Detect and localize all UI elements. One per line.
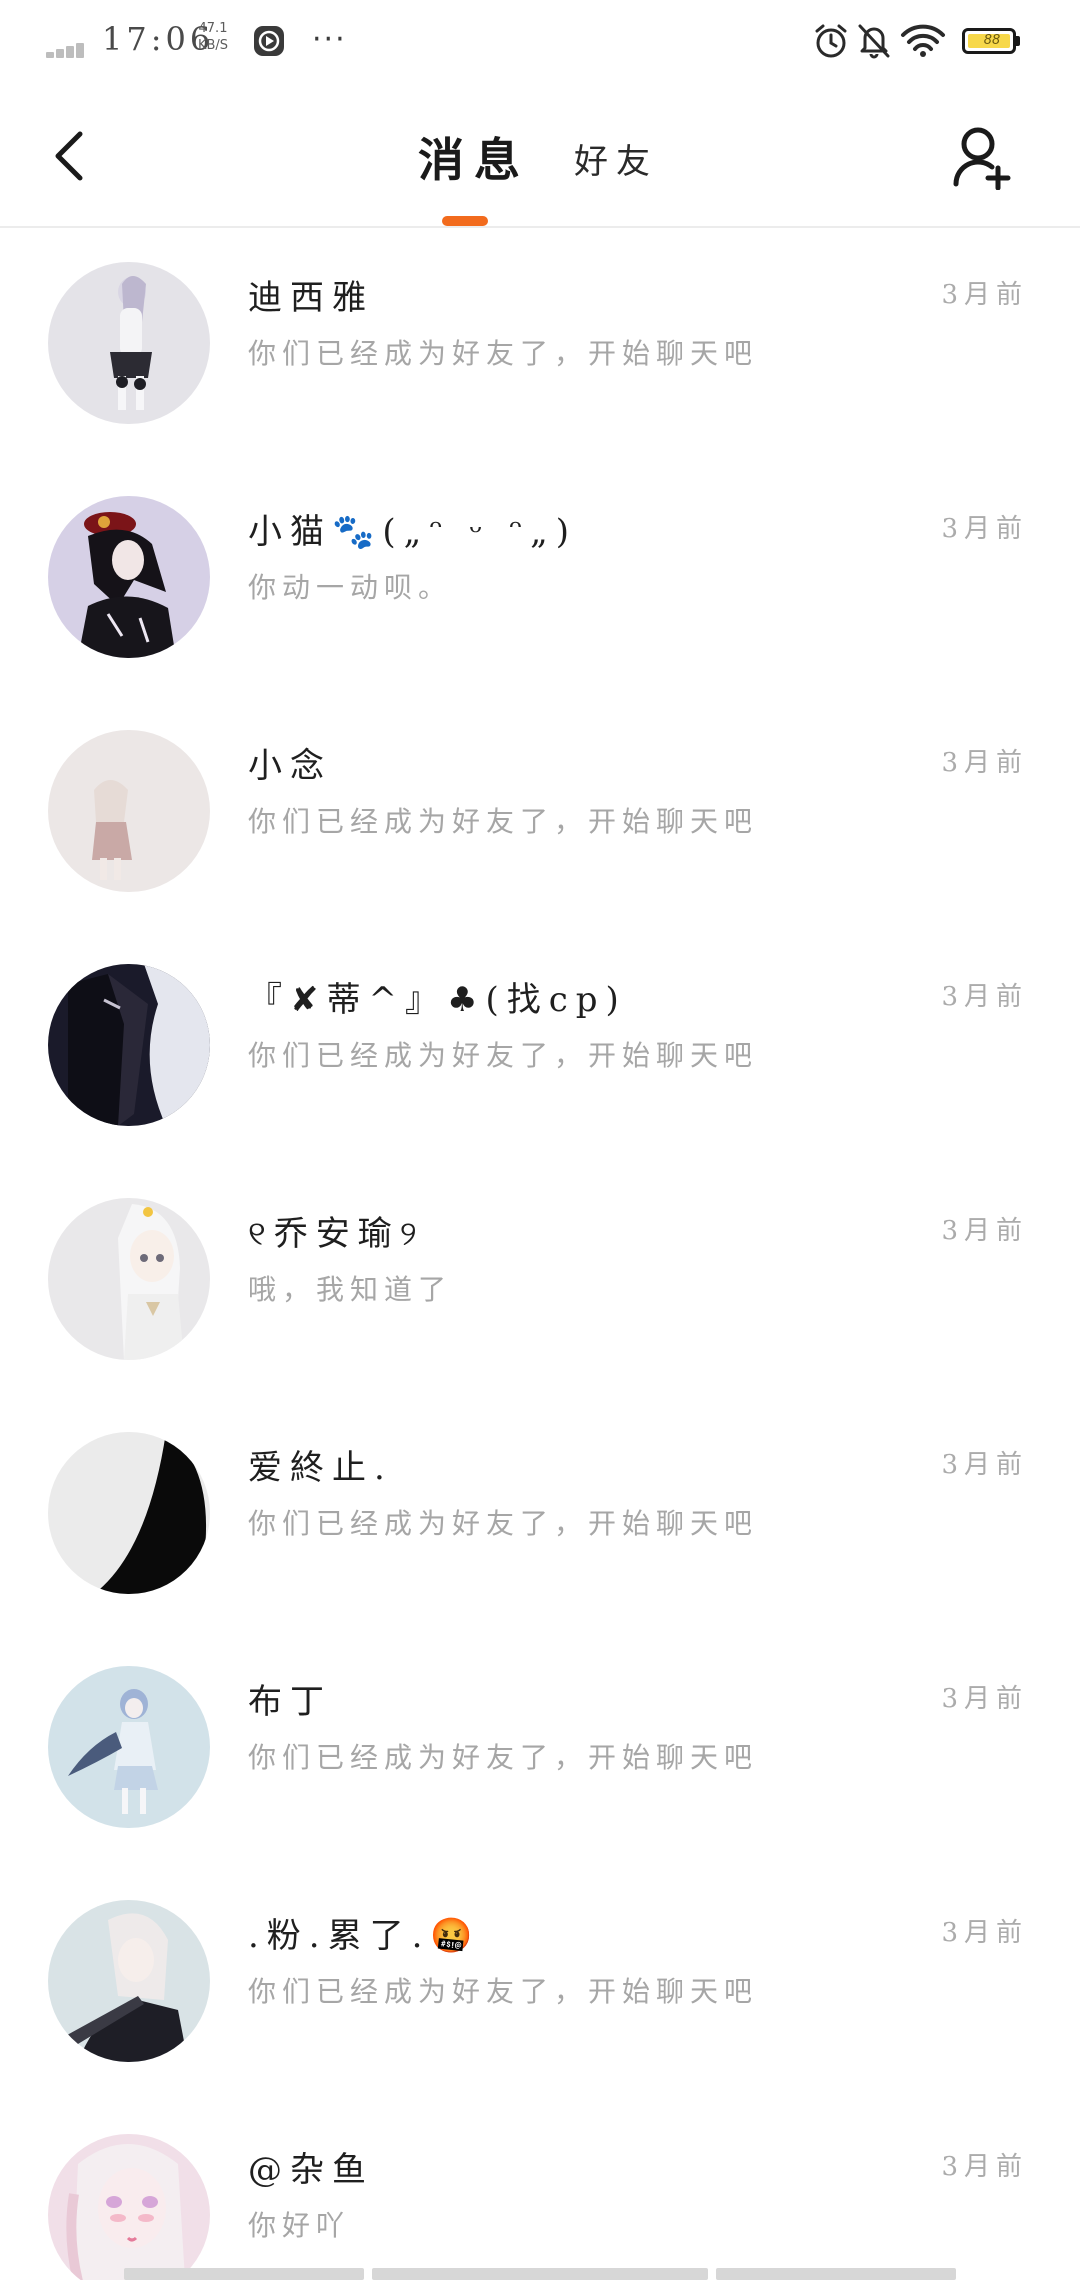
avatar[interactable] bbox=[48, 1198, 210, 1360]
conversation-list: 迪西雅 你们已经成为好友了，开始聊天吧 3月前 小猫🐾(„ᵔ ᵕ ᵔ„) 你动一… bbox=[0, 228, 1080, 2280]
conversation-item[interactable]: 迪西雅 你们已经成为好友了，开始聊天吧 3月前 bbox=[0, 228, 1080, 462]
avatar[interactable] bbox=[48, 262, 210, 424]
conversation-item[interactable]: ୧乔安瑜୨ 哦，我知道了 3月前 bbox=[0, 1164, 1080, 1398]
active-tab-indicator bbox=[442, 216, 488, 226]
conversation-time: 3月前 bbox=[941, 514, 1028, 544]
conversation-time: 3月前 bbox=[941, 1918, 1028, 1948]
signal-icon bbox=[46, 38, 94, 58]
conversation-preview: 你好吖 bbox=[248, 2209, 351, 2242]
media-play-icon bbox=[254, 26, 284, 56]
mute-bell-icon bbox=[858, 24, 890, 59]
conversation-item[interactable]: 爱終止. 你们已经成为好友了，开始聊天吧 3月前 bbox=[0, 1398, 1080, 1632]
conversation-name: @杂鱼 bbox=[248, 2150, 374, 2190]
conversation-name: 小念 bbox=[248, 746, 332, 786]
conversation-item[interactable]: @杂鱼 你好吖 3月前 bbox=[0, 2100, 1080, 2280]
conversation-time: 3月前 bbox=[941, 1216, 1028, 1246]
conversation-preview: 你们已经成为好友了，开始聊天吧 bbox=[248, 1741, 759, 1774]
conversation-preview: 哦，我知道了 bbox=[248, 1273, 453, 1306]
avatar[interactable] bbox=[48, 1432, 210, 1594]
network-speed-unit: KB/S bbox=[197, 38, 229, 53]
conversation-name: 布丁 bbox=[248, 1682, 332, 1722]
network-speed: 47.1 KB/S bbox=[193, 20, 233, 54]
status-bar: 17:06 47.1 KB/S ··· 88 bbox=[0, 0, 1080, 84]
avatar[interactable] bbox=[48, 496, 210, 658]
conversation-preview: 你们已经成为好友了，开始聊天吧 bbox=[248, 805, 759, 838]
conversation-preview: 你们已经成为好友了，开始聊天吧 bbox=[248, 1039, 759, 1072]
conversation-item[interactable]: 『✘蒂^』♣(找cp) 你们已经成为好友了，开始聊天吧 3月前 bbox=[0, 930, 1080, 1164]
top-nav-bar: 消息 好友 bbox=[0, 84, 1080, 228]
avatar[interactable] bbox=[48, 964, 210, 1126]
conversation-preview: 你们已经成为好友了，开始聊天吧 bbox=[248, 1507, 759, 1540]
wifi-icon bbox=[901, 24, 945, 57]
conversation-name: 迪西雅 bbox=[248, 278, 374, 318]
conversation-time: 3月前 bbox=[941, 748, 1028, 778]
conversation-time: 3月前 bbox=[941, 982, 1028, 1012]
conversation-name: .粉.累了.🤬 bbox=[248, 1916, 481, 1956]
tab-friends[interactable]: 好友 bbox=[574, 134, 658, 183]
avatar[interactable] bbox=[48, 1900, 210, 2062]
back-arrow-icon[interactable] bbox=[50, 128, 90, 184]
avatar[interactable] bbox=[48, 1666, 210, 1828]
conversation-item[interactable]: 布丁 你们已经成为好友了，开始聊天吧 3月前 bbox=[0, 1632, 1080, 1866]
conversation-name: 小猫🐾(„ᵔ ᵕ ᵔ„) bbox=[248, 512, 578, 552]
bottom-edge-bar bbox=[716, 2268, 956, 2280]
add-friend-icon[interactable] bbox=[952, 124, 1016, 190]
conversation-name: ୧乔安瑜୨ bbox=[248, 1214, 425, 1254]
conversation-item[interactable]: .粉.累了.🤬 你们已经成为好友了，开始聊天吧 3月前 bbox=[0, 1866, 1080, 2100]
conversation-name: 爱終止. bbox=[248, 1448, 393, 1488]
bottom-edge-bar bbox=[372, 2268, 708, 2280]
tab-messages[interactable]: 消息 bbox=[418, 124, 530, 190]
conversation-time: 3月前 bbox=[941, 1450, 1028, 1480]
conversation-time: 3月前 bbox=[941, 1684, 1028, 1714]
conversation-item[interactable]: 小念 你们已经成为好友了，开始聊天吧 3月前 bbox=[0, 696, 1080, 930]
alarm-icon bbox=[815, 24, 847, 58]
battery-level: 88 bbox=[983, 33, 1001, 48]
conversation-preview: 你们已经成为好友了，开始聊天吧 bbox=[248, 1975, 759, 2008]
battery-icon: 88 bbox=[962, 28, 1022, 56]
conversation-time: 3月前 bbox=[941, 2152, 1028, 2182]
avatar[interactable] bbox=[48, 730, 210, 892]
conversation-preview: 你动一动呗。 bbox=[248, 571, 453, 604]
bottom-edge-bar bbox=[124, 2268, 364, 2280]
conversation-item[interactable]: 小猫🐾(„ᵔ ᵕ ᵔ„) 你动一动呗。 3月前 bbox=[0, 462, 1080, 696]
network-speed-value: 47.1 bbox=[198, 21, 228, 36]
more-notifications-icon: ··· bbox=[312, 22, 347, 57]
conversation-preview: 你们已经成为好友了，开始聊天吧 bbox=[248, 337, 759, 370]
conversation-name: 『✘蒂^』♣(找cp) bbox=[248, 980, 627, 1020]
avatar[interactable] bbox=[48, 2134, 210, 2280]
conversation-time: 3月前 bbox=[941, 280, 1028, 310]
